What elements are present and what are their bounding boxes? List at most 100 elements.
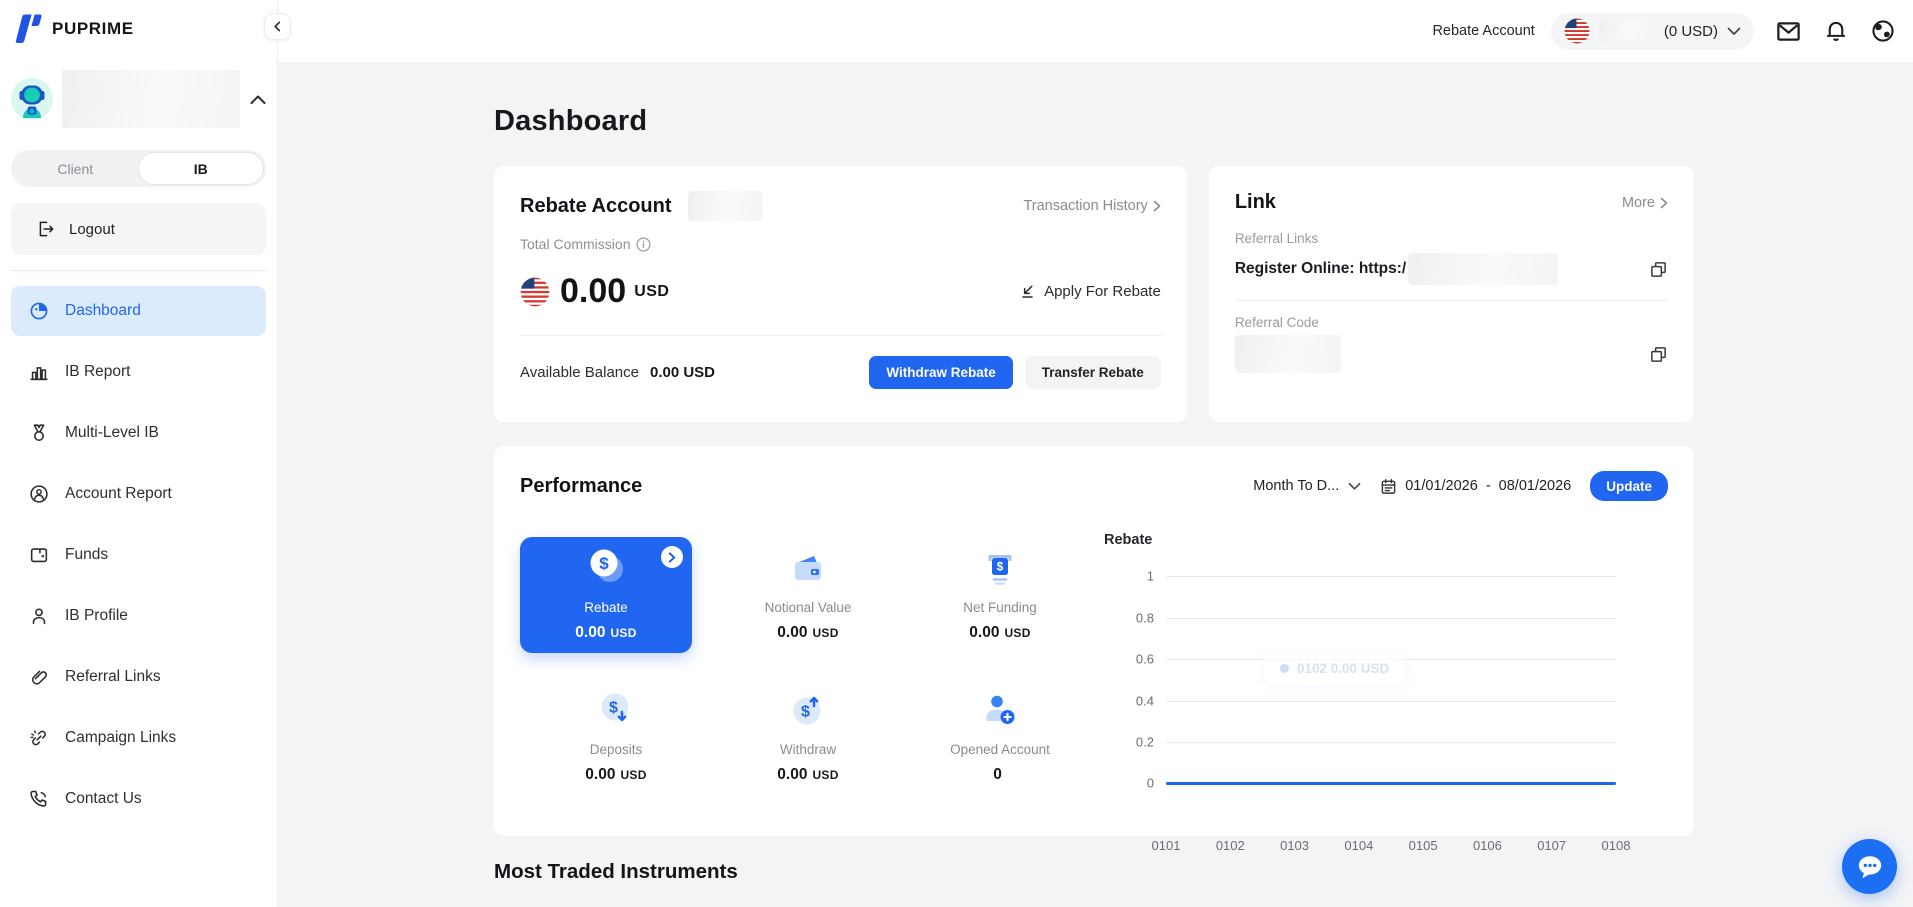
more-label: More — [1622, 195, 1655, 211]
deposit-icon: $ — [595, 689, 637, 731]
bar-chart-icon — [28, 361, 50, 383]
sidebar-item-campaign-links[interactable]: Campaign Links — [11, 713, 266, 763]
brand-logo[interactable]: PUPRIME — [0, 0, 277, 44]
tile-unit: USD — [1004, 626, 1030, 640]
profile-row[interactable] — [11, 70, 266, 128]
tile-rebate[interactable]: $ Rebate 0.00USD — [520, 537, 692, 653]
date-range-picker[interactable]: 01/01/2026 - 08/01/2026 — [1380, 478, 1571, 495]
x-axis-tick: 0102 — [1208, 838, 1252, 853]
calendar-icon — [1380, 478, 1397, 495]
date-start: 01/01/2026 — [1405, 478, 1478, 494]
tile-unit: USD — [812, 768, 838, 782]
x-axis-tick: 0107 — [1530, 838, 1574, 853]
transaction-history-link[interactable]: Transaction History — [1023, 198, 1160, 214]
sidebar-item-funds[interactable]: Funds — [11, 530, 266, 580]
sidebar-item-dashboard[interactable]: Dashboard — [11, 286, 266, 336]
chevron-up-icon[interactable] — [250, 94, 266, 105]
x-axis-tick: 0106 — [1465, 838, 1509, 853]
sidebar-item-account-report[interactable]: Account Report — [11, 469, 266, 519]
content: Dashboard Rebate Account Transaction His… — [278, 62, 1913, 907]
tile-value: 0.00 — [777, 766, 807, 783]
tile-value: 0.00 — [585, 766, 615, 783]
atm-icon: $ — [979, 551, 1021, 589]
sidebar-item-contact-us[interactable]: Contact Us — [11, 774, 266, 824]
tile-withdraw[interactable]: $ Withdraw 0.00USD — [712, 679, 904, 789]
update-button[interactable]: Update — [1590, 471, 1668, 501]
chevron-left-icon — [272, 21, 283, 32]
total-commission-amount: 0.00 — [560, 272, 626, 311]
tile-label: Notional Value — [765, 600, 852, 615]
account-type-label: Rebate Account — [1432, 23, 1534, 39]
chevron-right-icon — [1660, 197, 1668, 209]
chevron-down-icon — [1727, 27, 1741, 36]
language-button[interactable] — [1870, 18, 1896, 44]
coin-icon: $ — [583, 547, 629, 589]
person-icon — [28, 605, 50, 627]
tile-net-funding[interactable]: $ Net Funding 0.00USD — [904, 537, 1096, 653]
sidebar-item-referral-links[interactable]: Referral Links — [11, 652, 266, 702]
x-axis-labels: 0101 0102 0103 0104 0105 0106 0107 0108 — [1166, 838, 1616, 853]
notifications-button[interactable] — [1823, 18, 1849, 44]
redacted-referral-link — [1408, 253, 1558, 285]
tile-label: Net Funding — [963, 600, 1037, 615]
tile-chevron-button[interactable] — [661, 546, 683, 568]
svg-text:$: $ — [801, 704, 810, 721]
card-divider — [1235, 300, 1668, 301]
us-flag-icon — [520, 277, 550, 307]
withdraw-rebate-button[interactable]: Withdraw Rebate — [869, 356, 1012, 389]
globe-icon — [1870, 18, 1896, 44]
gridline — [1166, 576, 1616, 577]
rebate-account-card: Rebate Account Transaction History Total… — [494, 166, 1187, 422]
performance-card: Performance Month To D... — [494, 446, 1694, 836]
tab-client[interactable]: Client — [13, 152, 138, 185]
tile-notional-value[interactable]: Notional Value 0.00USD — [712, 537, 904, 653]
y-axis-tick: 0.2 — [1104, 735, 1154, 750]
sidebar-item-ib-profile[interactable]: IB Profile — [11, 591, 266, 641]
y-axis-tick: 0 — [1104, 776, 1154, 791]
mail-button[interactable] — [1775, 18, 1802, 45]
logout-icon — [35, 219, 55, 239]
bell-icon — [1823, 18, 1849, 44]
chat-button[interactable] — [1842, 839, 1897, 894]
sidebar-item-multi-level-ib[interactable]: Multi-Level IB — [11, 408, 266, 458]
apply-for-rebate-label: Apply For Rebate — [1044, 283, 1161, 300]
link-card: Link More Referral Links Register Online… — [1209, 166, 1694, 422]
more-link[interactable]: More — [1622, 195, 1668, 211]
transfer-rebate-button[interactable]: Transfer Rebate — [1025, 356, 1161, 389]
logout-button[interactable]: Logout — [11, 203, 266, 255]
sidebar-item-label: IB Profile — [65, 607, 128, 625]
sidebar-collapse-button[interactable] — [264, 13, 291, 40]
chart-plot-area[interactable]: 0102 0.00 USD — [1166, 576, 1616, 784]
svg-text:$: $ — [609, 700, 618, 717]
account-selector[interactable]: (0 USD) — [1551, 13, 1754, 50]
copy-referral-link-button[interactable] — [1649, 260, 1668, 279]
tile-opened-account[interactable]: Opened Account 0 — [904, 679, 1096, 789]
apply-for-rebate-link[interactable]: Apply For Rebate — [1019, 283, 1161, 300]
sidebar-item-label: Contact Us — [65, 790, 142, 808]
tile-label: Opened Account — [950, 742, 1050, 757]
page-title: Dashboard — [494, 105, 1694, 138]
referral-link-text: Register Online: https:/ — [1235, 260, 1406, 278]
tab-ib[interactable]: IB — [138, 152, 265, 185]
performance-tiles: $ Rebate 0.00USD — [520, 537, 1096, 789]
sidebar-item-ib-report[interactable]: IB Report — [11, 347, 266, 397]
us-flag-icon — [1564, 18, 1590, 44]
sidebar-divider — [11, 270, 266, 271]
tile-unit: USD — [620, 768, 646, 782]
referral-links-label: Referral Links — [1235, 231, 1668, 246]
date-separator: - — [1486, 478, 1491, 494]
tile-unit: USD — [610, 626, 636, 640]
copy-icon — [1649, 345, 1668, 364]
tile-deposits[interactable]: $ Deposits 0.00USD — [520, 679, 712, 789]
referral-code-label: Referral Code — [1235, 315, 1668, 330]
info-icon[interactable] — [636, 237, 651, 252]
tile-value: 0.00 — [575, 624, 605, 641]
x-axis-tick: 0105 — [1401, 838, 1445, 853]
wallet-icon — [28, 544, 50, 566]
redacted-referral-code — [1235, 335, 1341, 373]
range-select[interactable]: Month To D... — [1253, 478, 1361, 494]
dashboard-icon — [28, 300, 50, 322]
copy-referral-code-button[interactable] — [1649, 345, 1668, 364]
available-balance-label: Available Balance — [520, 364, 639, 381]
transaction-history-label: Transaction History — [1023, 198, 1147, 214]
